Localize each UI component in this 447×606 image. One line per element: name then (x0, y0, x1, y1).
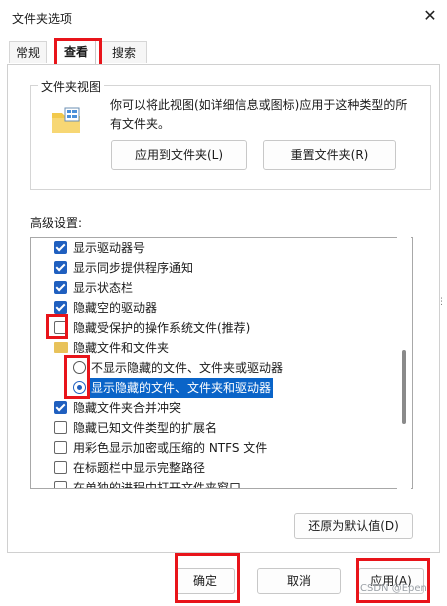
checkbox-unchecked[interactable] (54, 421, 67, 434)
checkbox-checked[interactable] (54, 241, 67, 254)
list-scrollbar-thumb[interactable] (402, 350, 406, 424)
cancel-button[interactable]: 取消 (257, 568, 341, 594)
checkbox-unchecked[interactable] (54, 481, 67, 488)
advanced-settings-label: 高级设置: (30, 216, 83, 230)
list-item-label: 隐藏已知文件类型的扩展名 (73, 421, 218, 435)
list-item-label: 在标题栏中显示完整路径 (73, 461, 206, 475)
folder-views-description: 你可以将此视图(如详细信息或图标)应用于这种类型的所有文件夹。 (110, 98, 408, 131)
checkbox-checked[interactable] (54, 401, 67, 414)
checkbox-checked[interactable] (54, 261, 67, 274)
list-item-label: 显示驱动器号 (73, 241, 146, 255)
list-item-label: 隐藏空的驱动器 (73, 301, 158, 315)
list-item-label: 隐藏文件夹合并冲突 (73, 401, 182, 415)
apply-to-folders-button[interactable]: 应用到文件夹(L) (111, 140, 247, 170)
list-item-label: 显示状态栏 (73, 281, 134, 295)
checkbox-checked[interactable] (54, 281, 67, 294)
checkbox-unchecked[interactable] (54, 441, 67, 454)
restore-defaults-button[interactable]: 还原为默认值(D) (294, 513, 413, 539)
checkbox-checked[interactable] (54, 301, 67, 314)
ok-button-highlight (175, 553, 240, 603)
tab-search[interactable]: 搜索 (101, 41, 147, 63)
unchecked-checkbox-highlight (46, 314, 68, 339)
list-item-label: 不显示隐藏的文件、文件夹或驱动器 (91, 361, 284, 375)
panel-edge-marker: ⋮ (437, 297, 446, 307)
list-item-label: 隐藏受保护的操作系统文件(推荐) (73, 321, 251, 335)
list-item-label: 显示隐藏的文件、文件夹和驱动器 (89, 378, 274, 398)
checkbox-unchecked[interactable] (54, 461, 67, 474)
list-item-label: 在单独的进程中打开文件夹窗口 (73, 481, 242, 489)
radio-buttons-highlight (64, 355, 90, 399)
watermark: CSDN @Epen (360, 583, 427, 594)
window-title: 文件夹选项 (12, 12, 73, 26)
list-item-label: 用彩色显示加密或压缩的 NTFS 文件 (73, 441, 268, 455)
apply-button-highlight (356, 558, 430, 603)
reset-folders-button[interactable]: 重置文件夹(R) (263, 140, 396, 170)
folder-view-icon (52, 107, 80, 133)
tab-general[interactable]: 常规 (9, 41, 47, 63)
folder-icon (54, 342, 68, 353)
close-icon[interactable]: ✕ (420, 6, 440, 26)
folder-views-legend: 文件夹视图 (38, 78, 105, 95)
list-item-label: 显示同步提供程序通知 (73, 261, 194, 275)
